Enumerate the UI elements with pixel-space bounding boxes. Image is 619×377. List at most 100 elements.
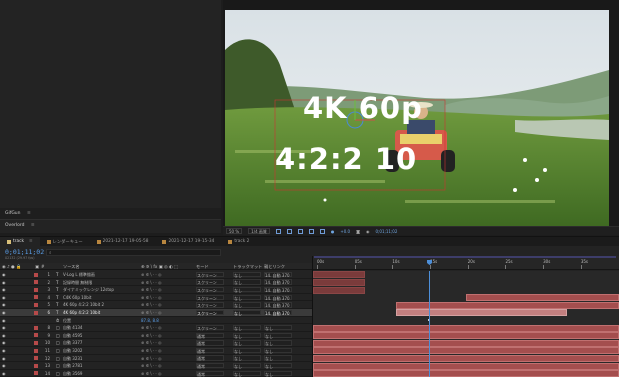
parent-dropdown[interactable]: なし [264, 355, 292, 361]
layer-name[interactable]: 自動 4134 [63, 325, 82, 331]
zoom-dropdown[interactable]: 50 % [226, 228, 243, 234]
parent-dropdown[interactable]: 14. 自動 370 [264, 279, 292, 285]
mode-header[interactable]: モード [196, 264, 209, 270]
timeline-tab-3[interactable]: 2021-12-17 19-15-34 [155, 237, 221, 246]
track-matte-header[interactable]: トラックマット [233, 264, 262, 270]
layer-name[interactable]: 自動 3377 [63, 340, 82, 346]
layer-name[interactable]: 4K 60p 4:2:2 10bit 2 [63, 302, 104, 307]
parent-dropdown[interactable]: なし [264, 332, 292, 339]
mask-visibility-icon[interactable] [297, 228, 303, 234]
layer-row[interactable]: ◉ 6 T 4K 60p 4:2:2 10bit ⊕ ✲ \ · · ◎ スクリーン なし 1… [0, 309, 312, 317]
layer-duration-bar[interactable] [313, 347, 619, 355]
layer-row[interactable]: ◉ 9 □ 自動 4595 ⊕ ✲ \ · · ◎ 通常 なし なし [0, 332, 312, 340]
blend-mode-dropdown[interactable]: 通常 [196, 370, 224, 377]
layer-row[interactable]: ◉ 8 □ 自動 4134 ⊕ ✲ \ · · ◎ スクリーン なし なし [0, 324, 312, 332]
label-color-swatch[interactable] [34, 356, 38, 361]
blend-mode-dropdown[interactable]: スクリーン [196, 324, 224, 331]
layer-duration-bar[interactable] [313, 370, 619, 377]
layer-switch-icons[interactable]: ⊕ ✲ \ · · ◎ [141, 348, 161, 353]
layer-switch-icons[interactable]: ⊕ ✲ \ · · ◎ [141, 295, 161, 300]
layer-duration-bar[interactable] [313, 339, 619, 347]
track-matte-dropdown[interactable]: なし [233, 370, 261, 377]
viewer-timecode[interactable]: 0;01;11;02 [376, 229, 398, 234]
layer-row[interactable]: ◉ 5 T 4K 60p 4:2:2 10bit 2 ⊕ ✲ \ · · ◎ スクリーン な… [0, 301, 312, 309]
layer-name[interactable]: 自動 3202 [63, 348, 82, 354]
blend-mode-dropdown[interactable]: スクリーン [196, 271, 224, 278]
layer-row[interactable]: ◉ 1 T V-Log L 標準描画 ⊕ ✲ \ · · ◎ スクリーン なし 14. 自動 … [0, 271, 312, 279]
blend-mode-dropdown[interactable]: 通常 [196, 332, 224, 339]
label-color-swatch[interactable] [34, 310, 38, 315]
layer-row[interactable]: ◉ 14 □ 自動 3569 ⊕ ✲ \ · · ◎ 通常 なし なし [0, 370, 312, 377]
layer-name[interactable]: 4K 60p 4:2:2 10bit [63, 310, 100, 315]
track-matte-dropdown[interactable]: なし [233, 340, 261, 346]
layer-switch-icons[interactable]: ⊕ ✲ \ · · ◎ [141, 325, 161, 330]
parent-dropdown[interactable]: 14. 自動 370 [264, 294, 292, 301]
visibility-eye-icon[interactable]: ◉ [2, 287, 6, 292]
layer-row[interactable]: ◉ 3 T ダイナミックレンジ 12stop ⊕ ✲ \ · · ◎ スクリーン なし 14.… [0, 286, 312, 294]
parent-dropdown[interactable]: 14. 自動 370 [264, 271, 292, 278]
layer-name[interactable]: 自動 3569 [63, 371, 82, 377]
layer-row[interactable]: ◉ 2 T 記録時間 無制限 ⊕ ✲ \ · · ◎ スクリーン なし 14. 自動 370 [0, 279, 312, 287]
layer-duration-bar[interactable] [313, 271, 366, 279]
panel-menu-icon[interactable]: ≡ [27, 211, 31, 216]
parent-dropdown[interactable]: なし [264, 340, 292, 346]
grid-guides-icon[interactable] [319, 228, 325, 234]
label-color-swatch[interactable] [34, 325, 38, 330]
layer-name[interactable]: 記録時間 無制限 [63, 280, 92, 286]
visibility-eye-icon[interactable]: ◉ [2, 356, 6, 361]
timeline-divider[interactable] [312, 256, 313, 377]
overlord-panel-tab[interactable]: Overlord ≡ [0, 220, 221, 233]
label-color-swatch[interactable] [34, 333, 38, 338]
gifgun-panel-tab[interactable]: GifGun ≡ [0, 208, 221, 220]
layer-name[interactable]: 自動 3231 [63, 356, 82, 362]
layer-duration-bar[interactable] [313, 354, 619, 362]
current-timecode[interactable]: 0;01;11;02 [5, 248, 44, 256]
track-matte-dropdown[interactable]: なし [233, 302, 261, 308]
track-matte-dropdown[interactable]: なし [233, 347, 261, 354]
track-matte-dropdown[interactable]: なし [233, 271, 261, 278]
layer-duration-bar[interactable] [313, 332, 619, 340]
layer-name[interactable]: 自動 4595 [63, 333, 82, 339]
visibility-eye-icon[interactable]: ◉ [2, 280, 6, 285]
visibility-eye-icon[interactable]: ◉ [2, 318, 6, 323]
parent-dropdown[interactable]: なし [264, 362, 292, 369]
visibility-eye-icon[interactable]: ◉ [2, 340, 6, 345]
track-matte-dropdown[interactable]: なし [233, 362, 261, 369]
parent-dropdown[interactable]: なし [264, 347, 292, 354]
layer-row[interactable]: ◉ 13 □ 自動 2781 ⊕ ✲ \ · · ◎ 通常 なし なし [0, 362, 312, 370]
time-ruler[interactable]: 00s 05s 10s 15s 20s 25s 30s 35s [313, 256, 619, 270]
resolution-dropdown[interactable]: 1/4 画質 [248, 228, 270, 234]
source-name-header[interactable]: ソース名 [63, 264, 80, 270]
label-color-swatch[interactable] [34, 302, 38, 307]
label-color-swatch[interactable] [34, 340, 38, 345]
label-color-swatch[interactable] [34, 272, 38, 277]
layer-duration-bar[interactable] [313, 286, 366, 294]
timeline-tab-2[interactable]: 2021-12-17 19-05-58 [90, 237, 156, 246]
label-color-swatch[interactable] [34, 348, 38, 353]
tab-menu-icon[interactable]: ≡ [29, 239, 33, 244]
layer-row[interactable]: ◉ 12 □ 自動 3231 ⊕ ✲ \ · · ◎ 通常 なし なし [0, 355, 312, 363]
blend-mode-dropdown[interactable]: 通常 [196, 340, 224, 346]
layer-name[interactable]: 位置 [63, 318, 71, 324]
layer-duration-bar[interactable] [466, 294, 619, 302]
transparency-grid-icon[interactable] [286, 228, 292, 234]
layer-row[interactable]: ◉ 11 □ 自動 3202 ⊕ ✲ \ · · ◎ 通常 なし なし [0, 347, 312, 355]
label-color-swatch[interactable] [34, 280, 38, 285]
visibility-eye-icon[interactable]: ◉ [2, 302, 6, 307]
layer-switch-icons[interactable]: ⊕ ✲ \ · · ◎ [141, 280, 161, 285]
property-row[interactable]: ◉ ⏱ 位置 87.8, 8.8 [0, 317, 312, 325]
layer-row[interactable]: ◉ 10 □ 自動 3377 ⊕ ✲ \ · · ◎ 通常 なし なし [0, 339, 312, 347]
parent-dropdown[interactable]: 14. 自動 370 [264, 302, 292, 308]
track-matte-dropdown[interactable]: なし [233, 294, 261, 301]
track-matte-dropdown[interactable]: なし [233, 355, 261, 361]
visibility-eye-icon[interactable]: ◉ [2, 295, 6, 300]
title-overlay-line1[interactable]: 4K 60p [303, 93, 423, 123]
layer-switch-icons[interactable]: ⊕ ✲ \ · · ◎ [141, 310, 161, 315]
title-overlay-line2[interactable]: 4:2:2 10 [275, 144, 417, 174]
visibility-eye-icon[interactable]: ◉ [2, 348, 6, 353]
label-color-swatch[interactable] [34, 287, 38, 292]
blend-mode-dropdown[interactable]: 通常 [196, 347, 224, 354]
parent-dropdown[interactable]: なし [264, 370, 292, 377]
composition-viewer[interactable]: 4K 60p 4:2:2 10 50 % 1/4 画質 ● +0.0 ◙ ◉ 0… [223, 0, 619, 235]
blend-mode-dropdown[interactable]: スクリーン [196, 309, 224, 316]
